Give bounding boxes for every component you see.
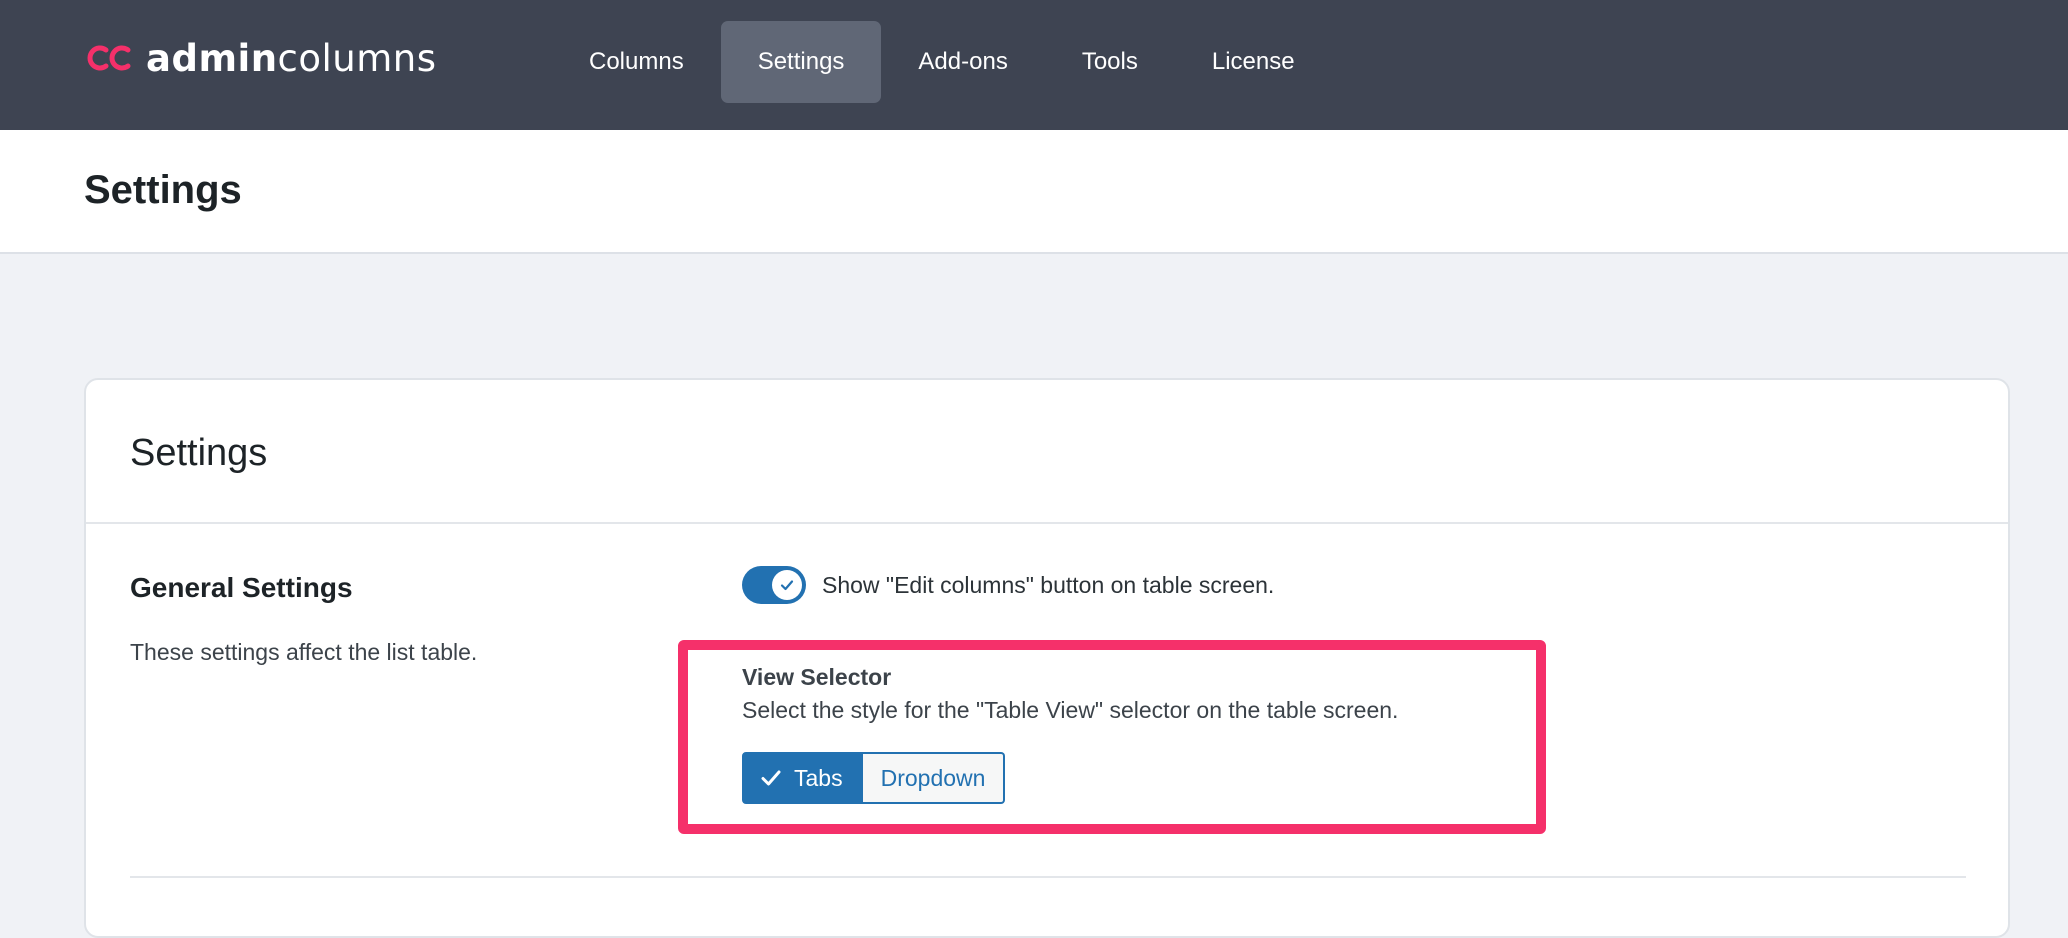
view-selector-description: Select the style for the "Table View" se… xyxy=(742,697,1399,723)
general-settings-description: These settings affect the list table. xyxy=(130,639,478,665)
view-selector-dropdown-option[interactable]: Dropdown xyxy=(862,752,1006,804)
brand-name-bold: admin xyxy=(146,36,278,80)
page-title: Settings xyxy=(84,168,242,212)
check-icon xyxy=(780,580,794,591)
check-icon xyxy=(761,770,781,786)
edit-columns-toggle-label: Show "Edit columns" button on table scre… xyxy=(822,571,1275,598)
edit-columns-setting: Show "Edit columns" button on table scre… xyxy=(742,566,1274,604)
nav-item-settings[interactable]: Settings xyxy=(720,21,882,103)
view-selector-title: View Selector xyxy=(742,664,892,690)
section-divider xyxy=(130,876,1966,878)
nav-item-tools[interactable]: Tools xyxy=(1045,21,1175,103)
dropdown-option-label: Dropdown xyxy=(880,764,986,791)
admin-columns-logo-icon xyxy=(87,45,131,71)
view-selector-segmented-control: Tabs Dropdown xyxy=(742,752,1006,804)
edit-columns-toggle[interactable] xyxy=(742,566,806,604)
nav-item-license[interactable]: License xyxy=(1175,21,1332,103)
tabs-option-label: Tabs xyxy=(794,764,843,791)
nav-item-add-ons[interactable]: Add-ons xyxy=(881,21,1044,103)
card-title: Settings xyxy=(130,432,268,474)
page-header: Settings xyxy=(0,130,2068,254)
brand-logo[interactable]: admincolumns xyxy=(84,34,437,82)
nav-item-columns[interactable]: Columns xyxy=(552,21,721,103)
view-selector-tabs-option[interactable]: Tabs xyxy=(742,752,863,804)
general-settings-title: General Settings xyxy=(130,572,353,603)
main-nav: Columns Settings Add-ons Tools License xyxy=(552,21,1332,103)
brand-name: admincolumns xyxy=(146,37,437,80)
card-header: Settings xyxy=(86,380,2008,524)
top-navigation-bar: admincolumns Columns Settings Add-ons To… xyxy=(0,0,2068,130)
toggle-knob xyxy=(772,570,802,600)
brand-name-light: columns xyxy=(277,36,437,80)
